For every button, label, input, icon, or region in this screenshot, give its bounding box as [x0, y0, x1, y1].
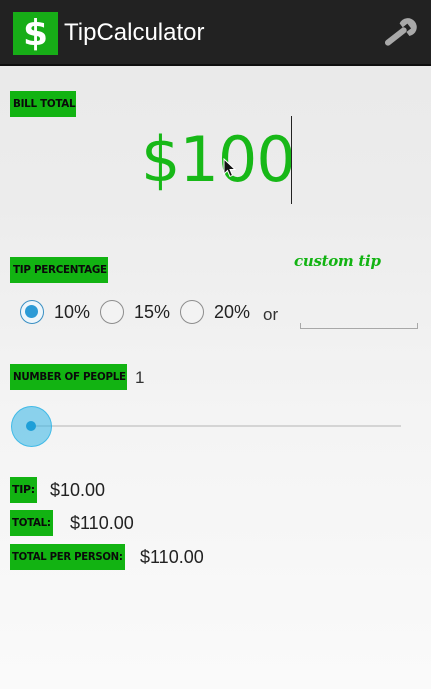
or-text: or — [263, 305, 279, 324]
tip-result-value: $10.00 — [50, 480, 106, 500]
custom-tip-hint: custom tip — [294, 252, 381, 270]
tip-10-radio[interactable] — [20, 300, 44, 324]
tip-option-label[interactable]: 10% — [54, 300, 90, 324]
input-underline-edge — [300, 323, 301, 328]
input-underline-edge — [417, 323, 418, 328]
app-title: TipCalculator — [64, 19, 205, 46]
tip-option-label[interactable]: 20% — [214, 300, 250, 324]
tip-percentage-label: TIP PERCENTAGE — [10, 257, 108, 283]
people-slider-thumb[interactable] — [11, 406, 52, 447]
total-per-person-label: TOTAL PER PERSON: — [10, 544, 125, 570]
bill-total-label: BILL TOTAL — [10, 91, 76, 117]
action-bar: $ TipCalculator — [0, 0, 431, 66]
number-of-people-label: NUMBER OF PEOPLE — [10, 364, 127, 390]
bill-total-input[interactable]: $100 — [141, 124, 296, 196]
slider-thumb-core — [26, 421, 36, 431]
tip-option-label[interactable]: 15% — [134, 300, 170, 324]
tip-15-radio[interactable] — [100, 300, 124, 324]
text-cursor — [291, 116, 292, 204]
radio-selected-dot — [25, 305, 38, 318]
people-count: 1 — [135, 368, 145, 387]
tip-20-radio[interactable] — [180, 300, 204, 324]
custom-tip-input[interactable] — [300, 296, 418, 329]
total-result-value: $110.00 — [70, 513, 134, 533]
tip-result-label: TIP: — [10, 477, 37, 503]
mouse-pointer-icon — [223, 158, 237, 178]
total-per-person-value: $110.00 — [140, 547, 204, 567]
people-slider-track[interactable] — [32, 425, 401, 427]
total-result-label: TOTAL: — [10, 510, 53, 536]
wrench-icon[interactable] — [378, 16, 420, 52]
app-logo-dollar-icon[interactable]: $ — [13, 12, 58, 55]
